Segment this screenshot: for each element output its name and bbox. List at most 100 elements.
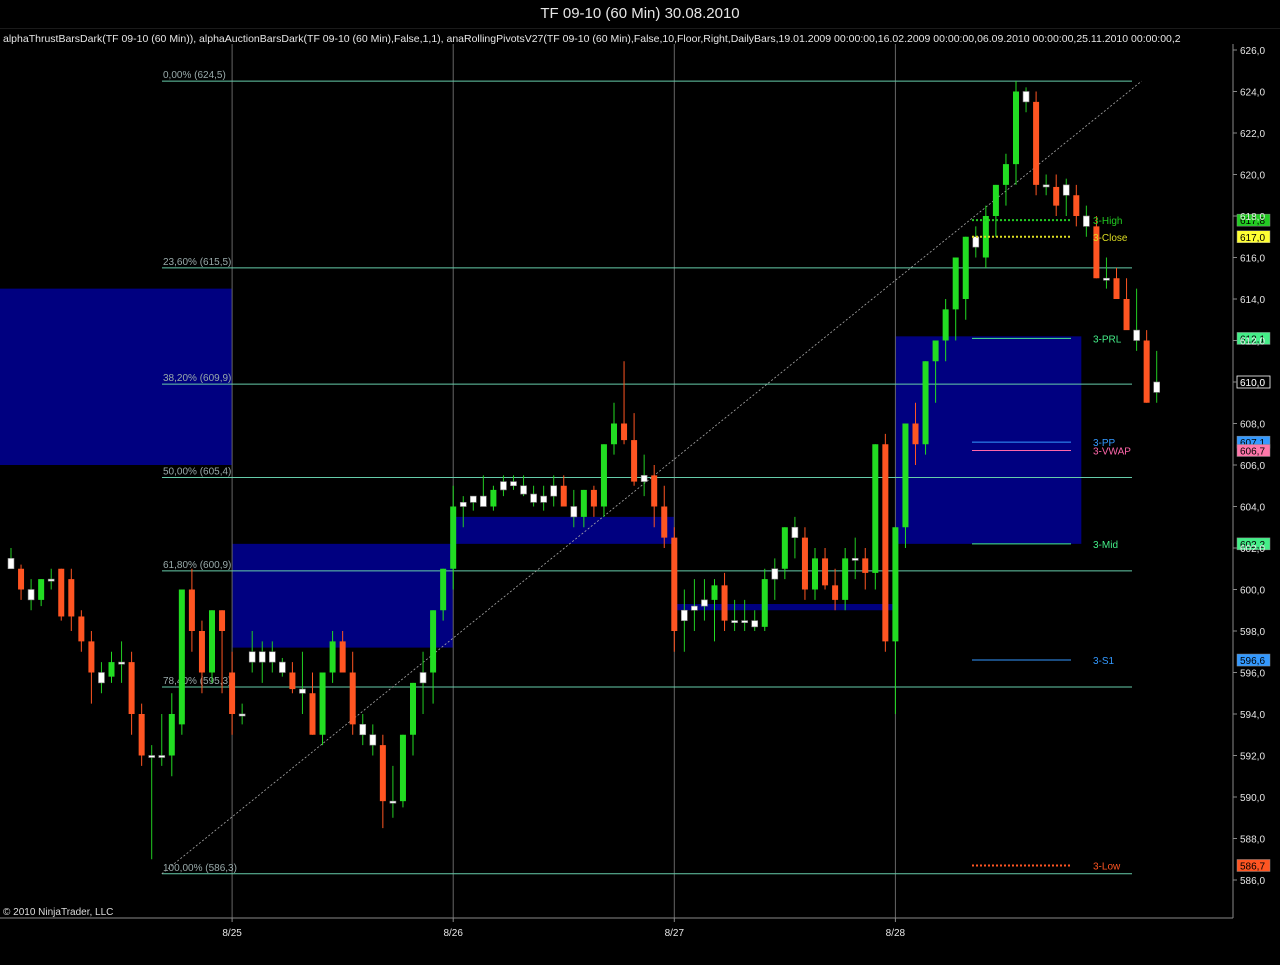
- candle-body[interactable]: [469, 495, 477, 503]
- candle-body[interactable]: [369, 734, 377, 746]
- candle-body[interactable]: [560, 485, 567, 507]
- candle-body[interactable]: [98, 672, 105, 684]
- candle-body[interactable]: [771, 568, 779, 580]
- candle-body[interactable]: [540, 495, 547, 503]
- candle-body[interactable]: [781, 527, 788, 569]
- candle-body[interactable]: [631, 440, 638, 482]
- candle-body[interactable]: [761, 579, 768, 627]
- candle-body[interactable]: [751, 620, 759, 628]
- candle-body[interactable]: [268, 651, 276, 663]
- candle-body[interactable]: [450, 506, 457, 569]
- candle-body[interactable]: [128, 662, 135, 714]
- candle-body[interactable]: [47, 578, 55, 582]
- candle-body[interactable]: [359, 724, 367, 736]
- candle-body[interactable]: [1133, 329, 1140, 341]
- candle-body[interactable]: [912, 423, 919, 445]
- candle-body[interactable]: [138, 714, 145, 756]
- candle-body[interactable]: [118, 661, 125, 665]
- candle-body[interactable]: [480, 495, 487, 507]
- candle-body[interactable]: [279, 661, 286, 673]
- candle-body[interactable]: [701, 599, 708, 607]
- candle-body[interactable]: [972, 236, 980, 248]
- candle-body[interactable]: [822, 558, 829, 586]
- candle-body[interactable]: [1002, 164, 1009, 185]
- candle-body[interactable]: [1143, 340, 1150, 403]
- candle-body[interactable]: [1113, 278, 1120, 299]
- candle-body[interactable]: [309, 693, 316, 735]
- candle-body[interactable]: [299, 688, 306, 694]
- candle-body[interactable]: [219, 610, 226, 631]
- candle-body[interactable]: [229, 672, 236, 715]
- candle-body[interactable]: [842, 558, 849, 600]
- candle-body[interactable]: [580, 489, 587, 517]
- candle-body[interactable]: [209, 610, 215, 673]
- candle-body[interactable]: [671, 537, 678, 631]
- candle-body[interactable]: [329, 641, 336, 673]
- candle-body[interactable]: [188, 589, 195, 632]
- candle-body[interactable]: [992, 184, 999, 216]
- candle-body[interactable]: [148, 755, 155, 758]
- candle-body[interactable]: [530, 493, 537, 503]
- candle-body[interactable]: [640, 475, 648, 482]
- candle-body[interactable]: [27, 589, 35, 601]
- candle-body[interactable]: [490, 489, 497, 507]
- candle-body[interactable]: [289, 672, 296, 690]
- candle-body[interactable]: [882, 444, 889, 642]
- candle-body[interactable]: [1053, 186, 1060, 206]
- candle-body[interactable]: [58, 568, 65, 617]
- candle-body[interactable]: [459, 502, 467, 507]
- candle-body[interactable]: [711, 585, 718, 600]
- candle-body[interactable]: [88, 641, 95, 673]
- candle-body[interactable]: [1123, 299, 1130, 331]
- candle-body[interactable]: [258, 651, 266, 663]
- candle-body[interactable]: [600, 444, 607, 507]
- candle-body[interactable]: [791, 526, 799, 538]
- candle-body[interactable]: [399, 734, 406, 802]
- candle-body[interactable]: [7, 558, 15, 570]
- candle-body[interactable]: [590, 489, 597, 507]
- candle-body[interactable]: [952, 257, 959, 310]
- candle-body[interactable]: [68, 579, 75, 617]
- candle-body[interactable]: [651, 475, 658, 507]
- candle-body[interactable]: [198, 631, 205, 673]
- candle-body[interactable]: [38, 579, 45, 600]
- candle-body[interactable]: [681, 609, 688, 621]
- candle-body[interactable]: [248, 651, 256, 663]
- candle-body[interactable]: [801, 537, 808, 590]
- candle-body[interactable]: [430, 610, 437, 673]
- candle-body[interactable]: [1103, 277, 1110, 281]
- candle-body[interactable]: [349, 672, 356, 725]
- candle-body[interactable]: [922, 361, 929, 445]
- candle-body[interactable]: [510, 481, 517, 487]
- candle-body[interactable]: [691, 605, 698, 611]
- candle-body[interactable]: [178, 589, 185, 725]
- candle-body[interactable]: [661, 506, 668, 538]
- candle-body[interactable]: [1042, 184, 1050, 188]
- price-chart[interactable]: 0,00% (624,5) 23,60% (615,5) 38,20% (609,9…: [0, 0, 1280, 965]
- candle-body[interactable]: [872, 444, 879, 573]
- candle-body[interactable]: [932, 340, 939, 362]
- candle-body[interactable]: [440, 568, 447, 611]
- candle-body[interactable]: [1073, 195, 1080, 216]
- candle-body[interactable]: [1033, 101, 1040, 185]
- candle-body[interactable]: [238, 713, 246, 717]
- candle-body[interactable]: [862, 558, 869, 573]
- candle-body[interactable]: [168, 714, 175, 756]
- candle-body[interactable]: [892, 527, 899, 642]
- candle-body[interactable]: [520, 485, 527, 495]
- candle-body[interactable]: [1153, 381, 1160, 393]
- candle-body[interactable]: [158, 755, 166, 758]
- candle-body[interactable]: [319, 672, 326, 735]
- candle-body[interactable]: [721, 585, 728, 621]
- candle-body[interactable]: [832, 585, 839, 600]
- candle-body[interactable]: [389, 800, 397, 804]
- candle-body[interactable]: [812, 558, 818, 590]
- candle-body[interactable]: [550, 485, 558, 497]
- candle-body[interactable]: [1083, 215, 1090, 227]
- candle-body[interactable]: [851, 558, 859, 561]
- candle-body[interactable]: [410, 682, 416, 735]
- candle-body[interactable]: [18, 568, 25, 590]
- candle-body[interactable]: [379, 745, 386, 802]
- candle-body[interactable]: [621, 423, 628, 441]
- candle-body[interactable]: [731, 620, 738, 623]
